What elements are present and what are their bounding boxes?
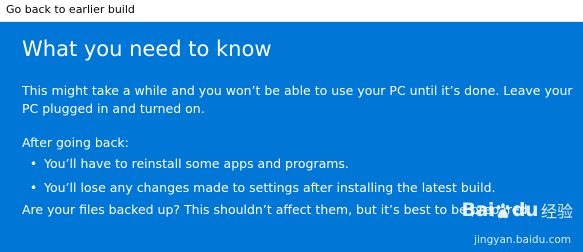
list-item-text: You’ll lose any changes made to settings… xyxy=(44,180,496,195)
info-panel: What you need to know This might take a … xyxy=(0,22,583,252)
duration-warning-text: This might take a while and you won’t be… xyxy=(22,83,573,116)
baidu-watermark: Bai du 经验 jingyan.baidu.com xyxy=(437,198,577,246)
bullet-icon: • xyxy=(30,157,38,171)
recovery-window: Go back to earlier build What you need t… xyxy=(0,0,583,252)
baidu-brand-text: Bai du xyxy=(461,199,539,221)
list-item-text: You’ll have to reinstall some apps and p… xyxy=(44,156,349,171)
bullet-icon: • xyxy=(30,181,38,195)
baidu-logo: Bai du 经验 xyxy=(462,198,573,222)
after-going-back-label: After going back: xyxy=(22,135,129,150)
window-title: Go back to earlier build xyxy=(6,3,135,16)
consequences-list: • You’ll have to reinstall some apps and… xyxy=(22,156,496,204)
page-heading: What you need to know xyxy=(22,37,272,61)
paw-icon xyxy=(496,202,510,218)
jingyan-text: 经验 xyxy=(540,202,573,221)
watermark-url: jingyan.baidu.com xyxy=(474,234,571,246)
title-bar[interactable]: Go back to earlier build xyxy=(0,0,583,22)
list-item: • You’ll lose any changes made to settin… xyxy=(22,180,496,204)
list-item: • You’ll have to reinstall some apps and… xyxy=(22,156,496,180)
